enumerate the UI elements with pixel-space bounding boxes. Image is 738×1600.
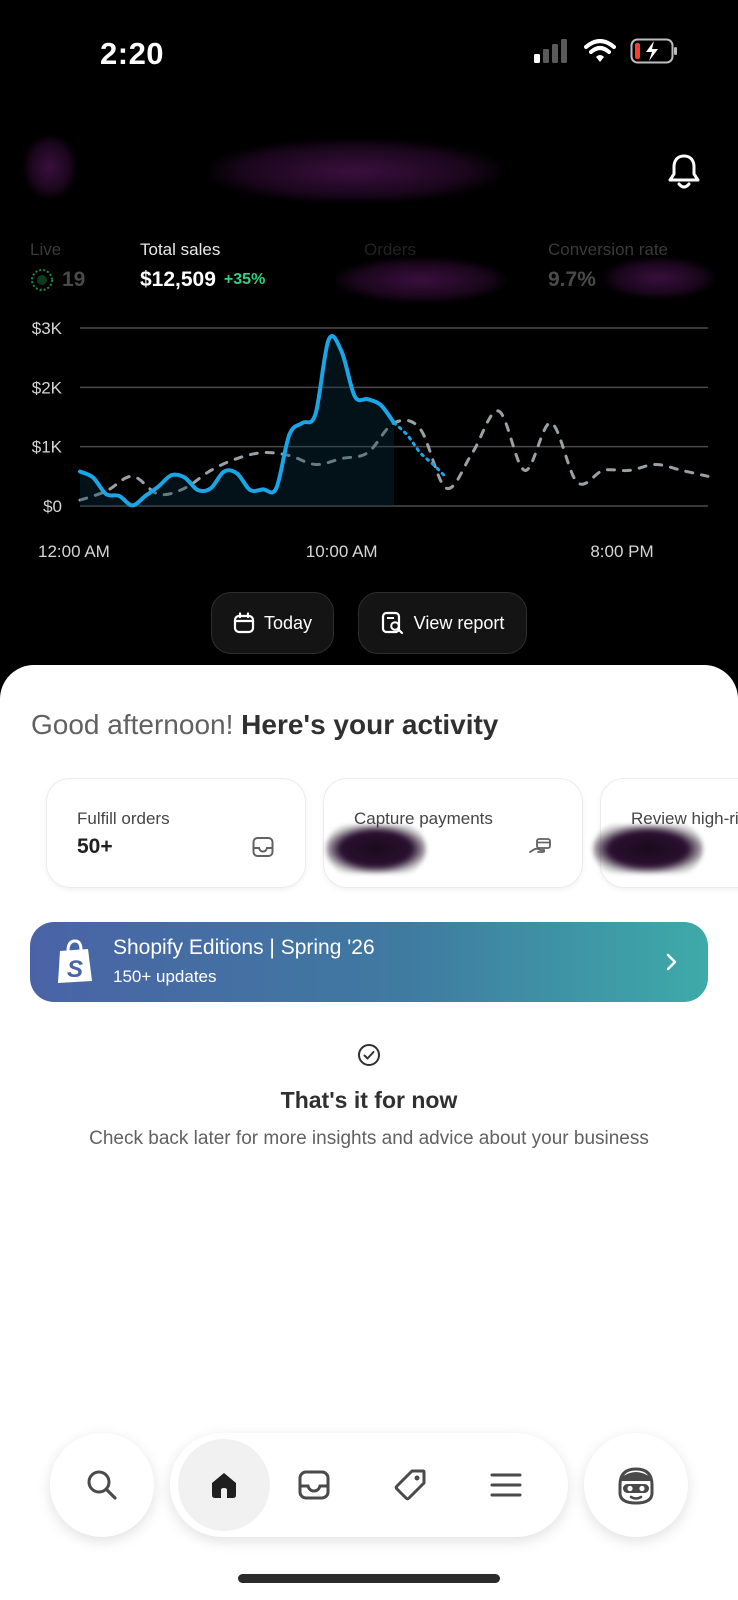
redacted-store-avatar bbox=[24, 136, 76, 198]
metric-delta: +35% bbox=[223, 271, 266, 288]
redacted-card-value bbox=[593, 825, 703, 873]
metric-live[interactable]: Live 19 bbox=[30, 240, 85, 292]
payment-hand-icon bbox=[529, 838, 551, 853]
products-tab[interactable] bbox=[364, 1439, 456, 1531]
svg-text:S: S bbox=[67, 956, 83, 983]
empty-state-title: That's it for now bbox=[280, 1087, 458, 1113]
status-bar: 2:20 bbox=[0, 0, 738, 110]
chevron-right-icon bbox=[666, 953, 677, 971]
menu-tab[interactable] bbox=[460, 1439, 552, 1531]
main-tab-group bbox=[170, 1433, 568, 1537]
tag-icon bbox=[394, 1469, 426, 1501]
status-time: 2:20 bbox=[100, 36, 165, 71]
signal-icon bbox=[534, 39, 567, 63]
inbox-icon bbox=[252, 837, 274, 857]
bell-icon[interactable] bbox=[664, 152, 704, 192]
metric-label: Total sales bbox=[140, 240, 221, 259]
search-icon bbox=[87, 1470, 117, 1500]
today-label: Today bbox=[263, 612, 313, 633]
card-review-high-risk[interactable]: Review high-risk orders bbox=[593, 778, 738, 888]
check-circle-icon bbox=[358, 1044, 380, 1066]
metric-value: $12,509 bbox=[140, 268, 216, 291]
metric-label: Live bbox=[30, 240, 62, 259]
sales-chart: $3K $2K $1K $0 12:00 AM 10:00 AM 8:00 PM bbox=[32, 319, 710, 561]
calendar-icon bbox=[233, 612, 255, 634]
menu-icon bbox=[490, 1473, 522, 1497]
home-icon bbox=[212, 1473, 236, 1498]
y-tick-label: $0 bbox=[43, 497, 62, 516]
greeting-rest: Here's your activity bbox=[241, 709, 499, 740]
view-report-button[interactable]: View report bbox=[358, 592, 527, 654]
metric-value: 9.7% bbox=[548, 268, 596, 291]
metric-orders[interactable]: Orders bbox=[364, 240, 416, 260]
empty-state-subtitle: Check back later for more insights and a… bbox=[89, 1128, 649, 1149]
banner-subtitle: 150+ updates bbox=[113, 967, 217, 986]
redacted-orders-value bbox=[336, 258, 506, 302]
status-icons bbox=[534, 38, 678, 64]
redacted-conversion-extra bbox=[604, 258, 714, 298]
metric-label: Orders bbox=[364, 240, 416, 259]
inbox-icon bbox=[298, 1470, 330, 1500]
assistant-tab[interactable] bbox=[584, 1433, 688, 1537]
report-search-icon bbox=[381, 611, 403, 635]
redacted-card-value bbox=[326, 825, 426, 873]
search-tab[interactable] bbox=[50, 1433, 154, 1537]
x-tick-label: 10:00 AM bbox=[306, 542, 378, 561]
greeting-heading: Good afternoon! Here's your activity bbox=[31, 709, 498, 741]
card-capture-payments[interactable]: Capture payments bbox=[323, 778, 583, 888]
battery-icon bbox=[630, 38, 677, 64]
metric-value: 19 bbox=[62, 268, 86, 291]
x-tick-label: 8:00 PM bbox=[590, 542, 653, 561]
y-tick-label: $2K bbox=[32, 378, 63, 397]
metric-label: Conversion rate bbox=[548, 240, 669, 259]
card-title: Fulfill orders bbox=[77, 809, 170, 828]
wifi-icon bbox=[584, 39, 616, 62]
avatar bbox=[618, 1467, 654, 1505]
x-tick-label: 12:00 AM bbox=[38, 542, 110, 561]
live-pulse-icon bbox=[31, 269, 53, 291]
banner-title: Shopify Editions | Spring '26 bbox=[113, 936, 375, 959]
home-indicator bbox=[238, 1574, 500, 1583]
card-fulfill-orders[interactable]: Fulfill orders 50+ bbox=[46, 778, 306, 888]
y-tick-label: $3K bbox=[32, 319, 63, 338]
greeting-lead: Good afternoon! bbox=[31, 709, 234, 740]
orders-tab[interactable] bbox=[268, 1439, 360, 1531]
y-tick-label: $1K bbox=[32, 438, 63, 457]
shopify-bag-icon: S bbox=[58, 939, 92, 983]
home-tab[interactable] bbox=[178, 1439, 270, 1531]
metric-total-sales[interactable]: Total sales $12,509 +35% bbox=[140, 240, 265, 292]
today-button[interactable]: Today bbox=[211, 592, 334, 654]
view-report-label: View report bbox=[413, 612, 505, 633]
editions-banner[interactable]: S Shopify Editions | Spring '26 150+ upd… bbox=[30, 922, 708, 1002]
card-value: 50+ bbox=[77, 835, 113, 858]
redacted-store-name bbox=[210, 140, 500, 202]
